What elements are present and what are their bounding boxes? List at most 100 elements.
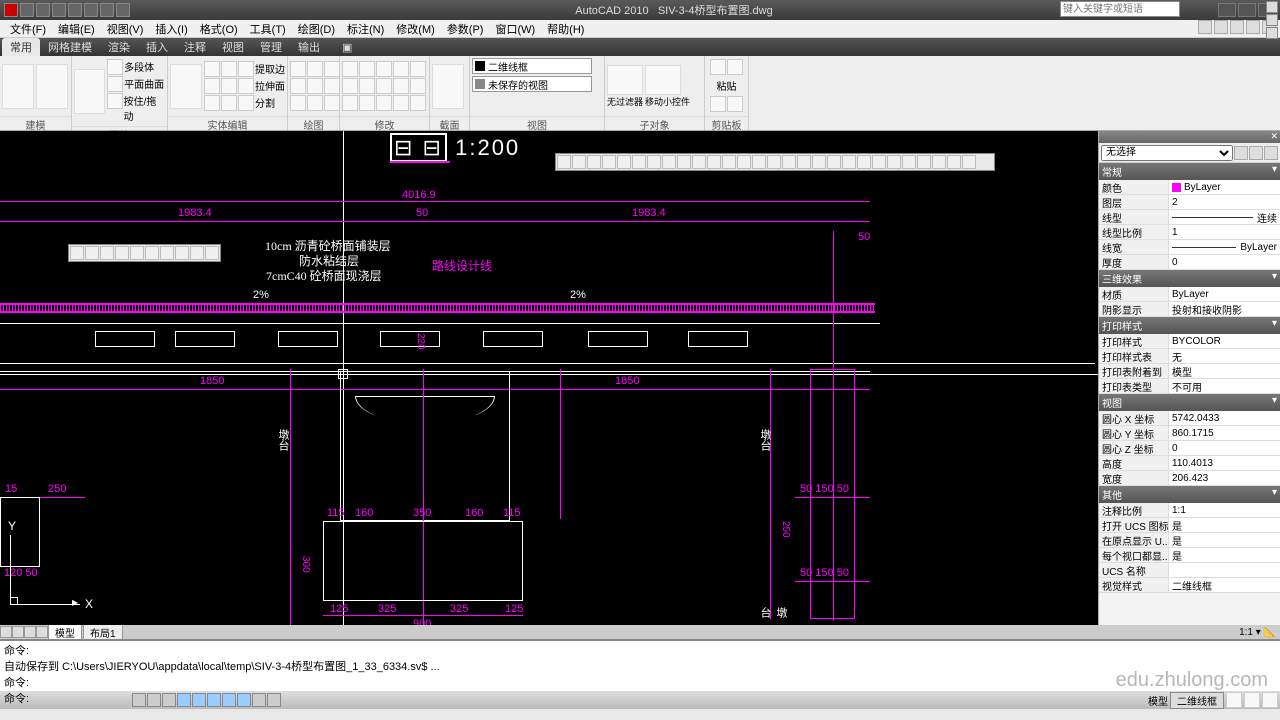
favorites-icon[interactable] <box>1246 20 1260 34</box>
circle-icon[interactable] <box>324 61 340 77</box>
vt20-icon[interactable] <box>842 155 856 169</box>
minimize-button[interactable] <box>1218 3 1236 17</box>
tab-insert[interactable]: 插入 <box>138 38 176 56</box>
menu-help[interactable]: 帮助(H) <box>541 21 590 37</box>
union-icon[interactable] <box>204 61 220 77</box>
vt18-icon[interactable] <box>812 155 826 169</box>
move-icon[interactable] <box>342 61 358 77</box>
vt19-icon[interactable] <box>827 155 841 169</box>
prop-cz-val[interactable]: 0 <box>1169 441 1280 455</box>
prop-lweight-val[interactable]: ByLayer <box>1169 240 1280 254</box>
array-icon[interactable] <box>393 78 409 94</box>
clean-icon[interactable] <box>238 95 254 111</box>
prop-pstyle3-val[interactable]: 模型 <box>1169 364 1280 378</box>
vt3-icon[interactable] <box>587 155 601 169</box>
tab-home[interactable]: 常用 <box>2 38 40 56</box>
box-button[interactable] <box>2 64 34 109</box>
vt10-icon[interactable] <box>692 155 706 169</box>
tab-render[interactable]: 渲染 <box>100 38 138 56</box>
command-line[interactable]: 命令: 自动保存到 C:\Users\JIERYOU\appdata\local… <box>0 639 1280 691</box>
pickadd-icon[interactable] <box>1249 146 1263 160</box>
menu-modify[interactable]: 修改(M) <box>390 21 441 37</box>
erase-icon[interactable] <box>342 95 358 111</box>
explode-icon[interactable] <box>359 95 375 111</box>
prop-ucs2-val[interactable]: 是 <box>1169 533 1280 547</box>
palette-btn-1[interactable] <box>1266 1 1278 13</box>
edge-icon[interactable] <box>221 78 237 94</box>
vt15-icon[interactable] <box>767 155 781 169</box>
palette-btn-2[interactable] <box>1266 14 1278 26</box>
annoscale-label[interactable]: 1:1 <box>1239 627 1253 638</box>
underline-icon[interactable] <box>115 246 129 260</box>
line-icon[interactable] <box>290 61 306 77</box>
vt22-icon[interactable] <box>872 155 886 169</box>
menu-tools[interactable]: 工具(T) <box>244 21 292 37</box>
exchange-icon[interactable] <box>1230 20 1244 34</box>
prop-lscale-val[interactable]: 1 <box>1169 225 1280 239</box>
ruler-icon[interactable] <box>175 246 189 260</box>
shell-icon[interactable] <box>221 95 237 111</box>
infocenter-icon[interactable] <box>1198 20 1212 34</box>
vt14-icon[interactable] <box>752 155 766 169</box>
selection-dropdown[interactable]: 无选择 <box>1101 145 1233 161</box>
gizmo-button[interactable] <box>645 65 681 95</box>
overline-icon[interactable] <box>130 246 144 260</box>
prop-pstyle2-val[interactable]: 无 <box>1169 349 1280 363</box>
tab-first-icon[interactable] <box>0 626 12 638</box>
vt12-icon[interactable] <box>722 155 736 169</box>
rotate-icon[interactable] <box>376 61 392 77</box>
pline-icon[interactable] <box>307 61 323 77</box>
menu-edit[interactable]: 编辑(E) <box>52 21 101 37</box>
tab-last-icon[interactable] <box>36 626 48 638</box>
join-icon[interactable] <box>410 95 426 111</box>
visual-style-dropdown[interactable]: 二维线框 <box>472 58 592 74</box>
vt16-icon[interactable] <box>782 155 796 169</box>
chamfer-icon[interactable] <box>376 95 392 111</box>
point-icon[interactable] <box>307 95 323 111</box>
view-dropdown[interactable]: 未保存的视图 <box>472 76 592 92</box>
menu-view[interactable]: 视图(V) <box>101 21 150 37</box>
scale-icon[interactable] <box>342 78 358 94</box>
vt24-icon[interactable] <box>902 155 916 169</box>
prop-pstyle4-val[interactable]: 不可用 <box>1169 379 1280 393</box>
offset-icon[interactable] <box>410 78 426 94</box>
vt27-icon[interactable] <box>947 155 961 169</box>
stretch-icon[interactable] <box>359 78 375 94</box>
text-format-toolbar[interactable] <box>68 244 221 262</box>
view-toolbar[interactable] <box>555 153 995 171</box>
vt11-icon[interactable] <box>707 155 721 169</box>
prop-thick-val[interactable]: 0 <box>1169 255 1280 269</box>
vt1-icon[interactable] <box>557 155 571 169</box>
qat-plot-icon[interactable] <box>100 3 114 17</box>
prop-shadow-val[interactable]: 投射和接收阴影 <box>1169 302 1280 316</box>
italic-icon[interactable] <box>100 246 114 260</box>
menu-dimension[interactable]: 标注(N) <box>341 21 390 37</box>
imprint-icon[interactable] <box>238 78 254 94</box>
tab-prev-icon[interactable] <box>12 626 24 638</box>
palette-btn-3[interactable] <box>1266 27 1278 39</box>
menu-draw[interactable]: 绘图(D) <box>292 21 341 37</box>
maximize-button[interactable] <box>1238 3 1256 17</box>
prop-pstyle-val[interactable]: BYCOLOR <box>1169 334 1280 348</box>
quickselect-icon[interactable] <box>1234 146 1248 160</box>
ok-icon[interactable] <box>190 246 204 260</box>
tab-mesh[interactable]: 网格建模 <box>40 38 100 56</box>
menu-file[interactable]: 文件(F) <box>4 21 52 37</box>
copyclip-icon[interactable] <box>710 96 726 112</box>
menu-insert[interactable]: 插入(I) <box>149 21 193 37</box>
tab-next-icon[interactable] <box>24 626 36 638</box>
nofilter-button[interactable] <box>607 65 643 95</box>
tab-view[interactable]: 视图 <box>214 38 252 56</box>
matchprop-icon[interactable] <box>727 96 743 112</box>
search-input[interactable] <box>1060 1 1180 17</box>
qat-undo-icon[interactable] <box>68 3 82 17</box>
copy-icon[interactable] <box>359 61 375 77</box>
vt25-icon[interactable] <box>917 155 931 169</box>
drawing-canvas[interactable]: ⊟ ⊟ 1:200 4016.9 1983.4 1983.4 50 50 10c… <box>0 131 1098 625</box>
prop-group-view[interactable]: 视图▾ <box>1099 394 1280 411</box>
vt2-icon[interactable] <box>572 155 586 169</box>
section-button[interactable] <box>432 64 464 109</box>
qat-new-icon[interactable] <box>20 3 34 17</box>
intersect-icon[interactable] <box>238 61 254 77</box>
planarsurf-icon[interactable] <box>107 76 123 92</box>
